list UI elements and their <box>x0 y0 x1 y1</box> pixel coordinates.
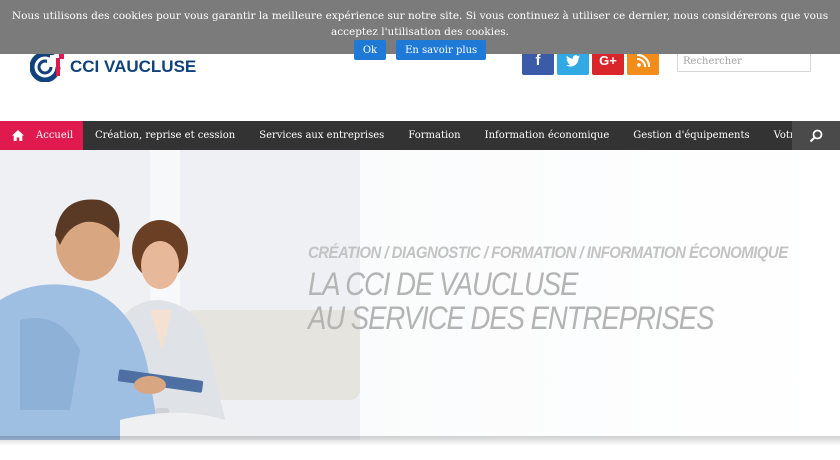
search-icon <box>809 129 823 142</box>
cookie-actions: Ok En savoir plus <box>0 40 840 60</box>
hero-title-line2: AU SERVICE DES ENTREPRISES <box>308 300 714 336</box>
main-nav: Accueil Création, reprise et cession Ser… <box>0 121 840 150</box>
home-icon <box>12 130 24 141</box>
hero-banner: CRÉATION / DIAGNOSTIC / FORMATION / INFO… <box>0 150 840 440</box>
nav-item-home[interactable]: Accueil <box>0 121 83 150</box>
cookie-banner: Nous utilisons des cookies pour vous gar… <box>0 0 840 60</box>
cookie-message: Nous utilisons des cookies pour vous gar… <box>11 10 829 38</box>
cookie-ok-button[interactable]: Ok <box>353 40 387 60</box>
cookie-more-info-button[interactable]: En savoir plus <box>396 40 487 60</box>
nav-item-formation[interactable]: Formation <box>396 121 472 150</box>
nav-home-label: Accueil <box>36 130 74 141</box>
nav-item-creation[interactable]: Création, reprise et cession <box>83 121 247 150</box>
hero-photo <box>0 150 360 440</box>
logo-text: CCI VAUCLUSE <box>70 57 197 76</box>
hero-title-line1: LA CCI DE VAUCLUSE <box>308 266 578 302</box>
nav-item-information[interactable]: Information économique <box>473 121 622 150</box>
nav-search-button[interactable] <box>792 121 840 150</box>
hero-subtitle: CRÉATION / DIAGNOSTIC / FORMATION / INFO… <box>308 243 788 262</box>
nav-item-equipements[interactable]: Gestion d'équipements <box>621 121 761 150</box>
nav-item-services[interactable]: Services aux entreprises <box>247 121 396 150</box>
hero-shadow <box>0 436 840 446</box>
